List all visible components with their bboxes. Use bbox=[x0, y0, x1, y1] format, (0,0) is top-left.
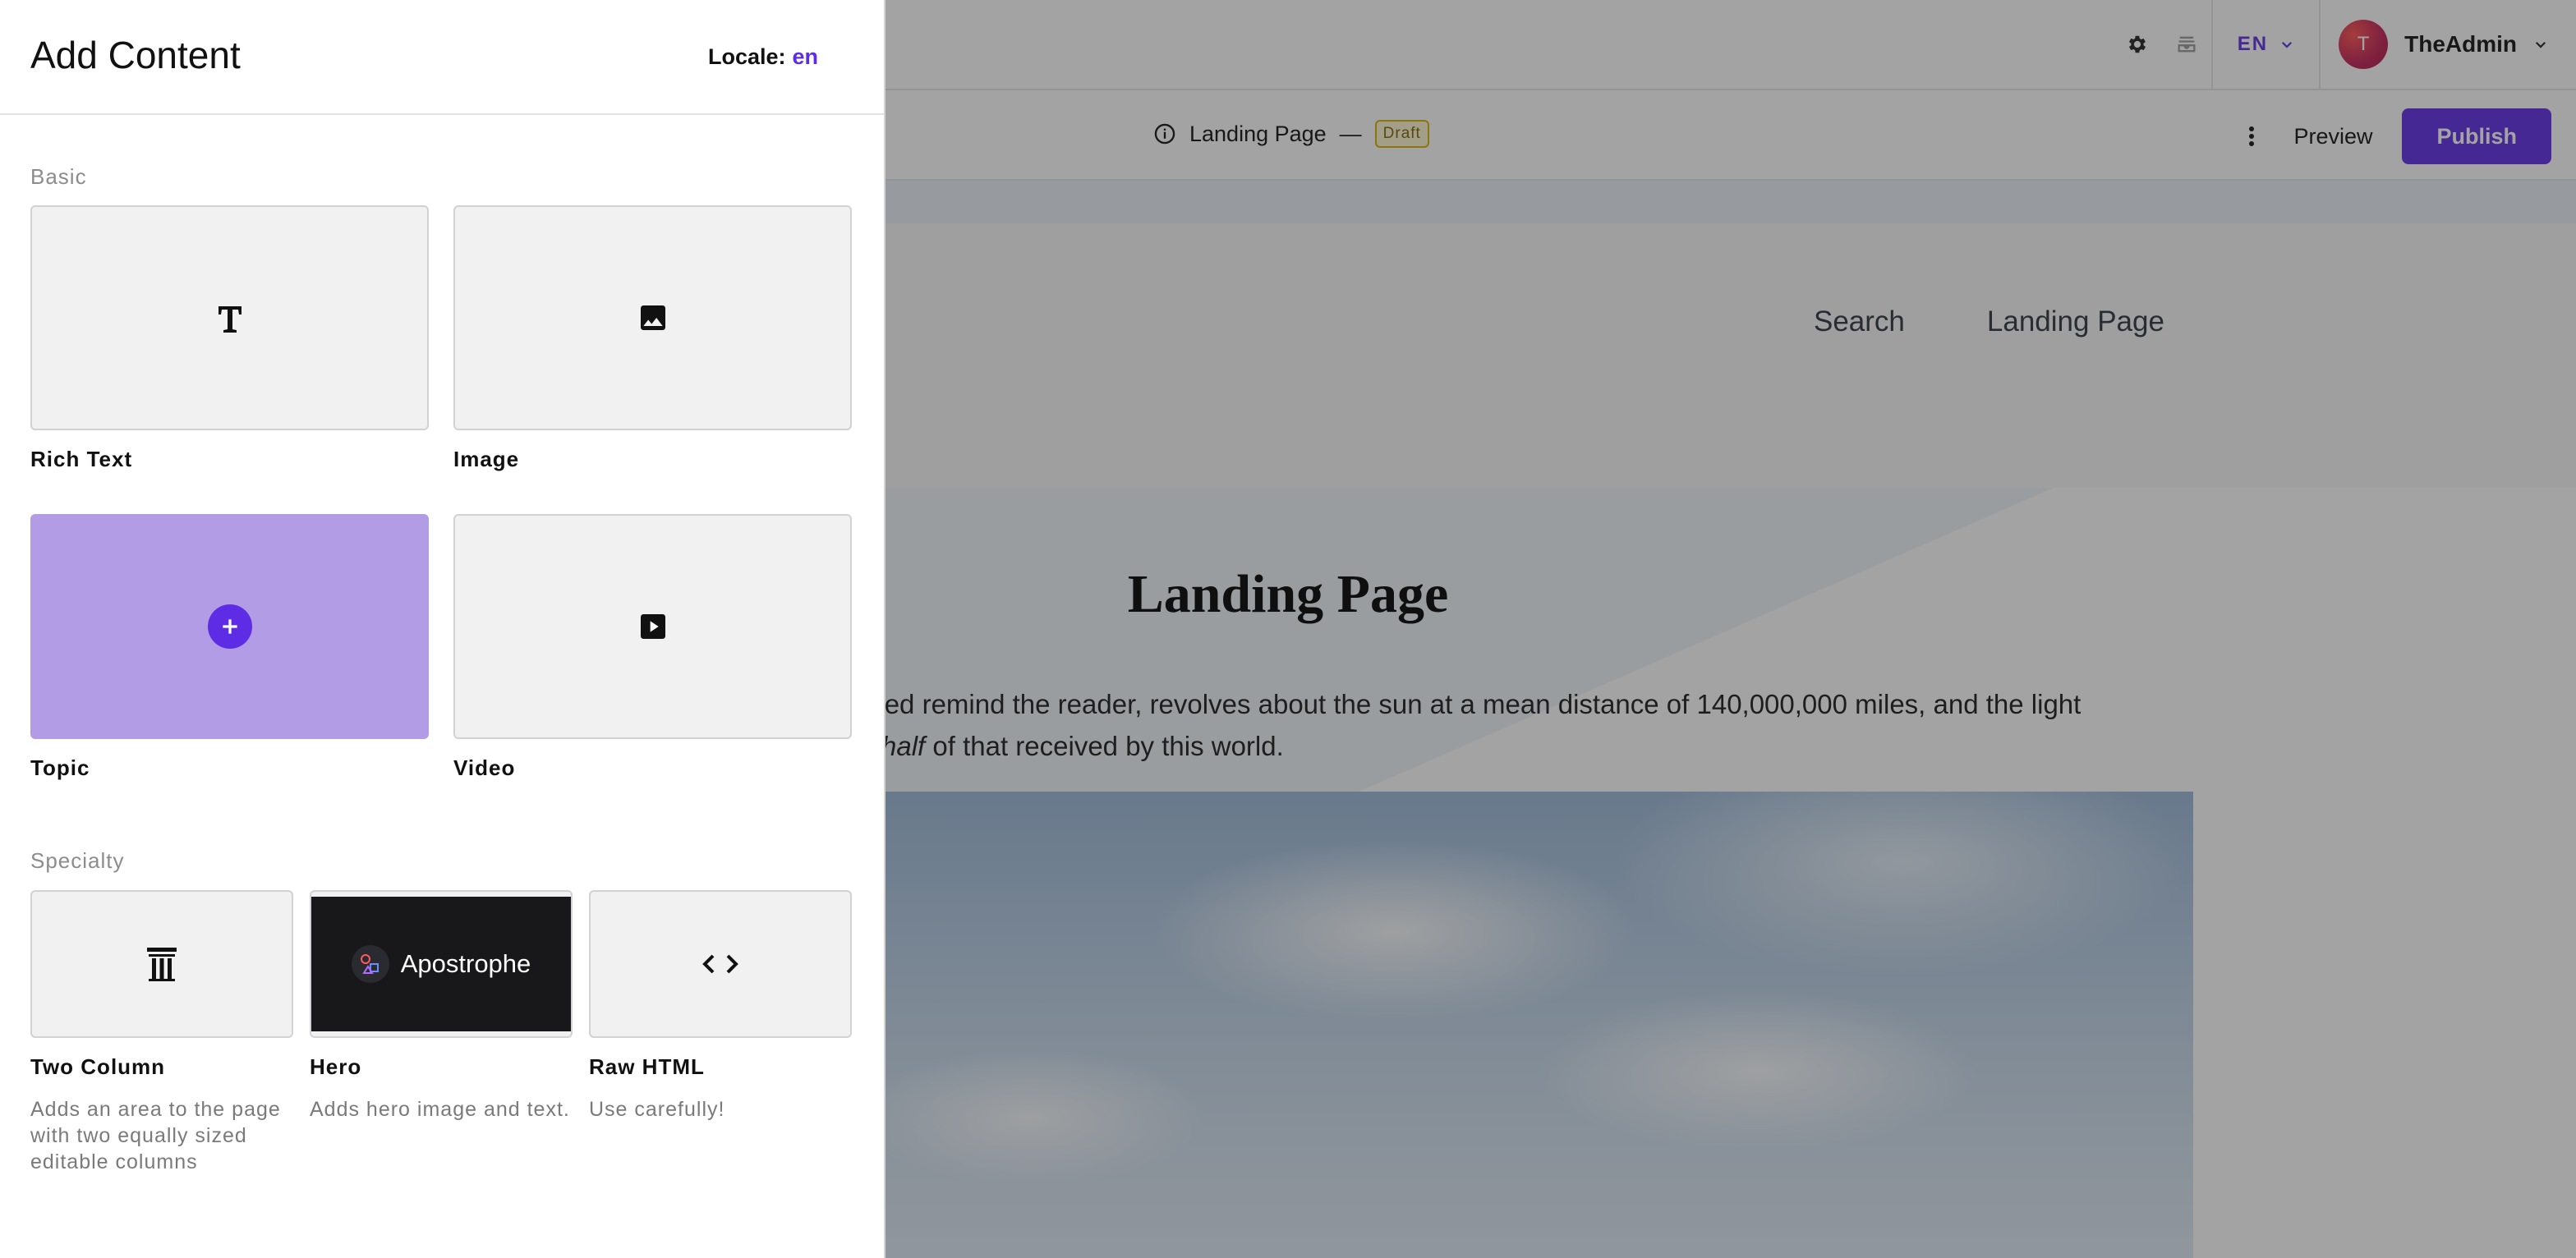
panel-title: Add Content bbox=[30, 34, 241, 76]
plus-icon bbox=[222, 619, 237, 634]
tile-description: Adds hero image and text. bbox=[310, 1098, 570, 1121]
tile-label: Topic bbox=[30, 755, 90, 780]
tile-label: Two Column bbox=[30, 1054, 166, 1079]
tile-preview[interactable] bbox=[453, 514, 852, 739]
tile-description: Adds an area to the page with two equall… bbox=[30, 1098, 281, 1173]
tile-preview[interactable] bbox=[30, 514, 429, 739]
code-icon bbox=[702, 954, 738, 974]
tile-preview[interactable]: Apostrophe bbox=[310, 890, 573, 1038]
tile-label: Raw HTML bbox=[589, 1054, 705, 1079]
widget-topic[interactable]: Topic bbox=[30, 514, 429, 781]
plus-circle-icon[interactable] bbox=[207, 604, 252, 649]
apostrophe-text: Apostrophe bbox=[400, 949, 531, 978]
panel-header: Add Content Locale: en bbox=[0, 0, 884, 115]
widget-video[interactable]: Video bbox=[453, 514, 852, 781]
tile-label: Hero bbox=[310, 1054, 362, 1079]
apostrophe-logo-icon bbox=[360, 954, 379, 974]
columns-icon bbox=[147, 948, 177, 981]
image-icon bbox=[640, 305, 665, 330]
widget-raw-html[interactable]: Raw HTML Use carefully! bbox=[589, 890, 852, 1123]
widget-image[interactable]: Image bbox=[453, 205, 852, 472]
tile-preview[interactable] bbox=[453, 205, 852, 430]
hero-preview-image: Apostrophe bbox=[311, 897, 571, 1031]
tile-preview[interactable] bbox=[30, 205, 429, 430]
tile-preview[interactable] bbox=[589, 890, 852, 1038]
apostrophe-badge: Apostrophe bbox=[351, 945, 531, 983]
widget-rich-text[interactable]: Rich Text bbox=[30, 205, 429, 472]
tile-description: Use carefully! bbox=[589, 1098, 725, 1121]
video-icon bbox=[640, 614, 665, 639]
tile-preview[interactable] bbox=[30, 890, 293, 1038]
apostrophe-logo bbox=[351, 945, 389, 983]
locale-value: en bbox=[792, 44, 818, 69]
widget-hero[interactable]: Apostrophe Hero Adds hero image and text… bbox=[310, 890, 573, 1123]
locale-label: Locale: bbox=[707, 44, 786, 69]
group-label-basic: Basic bbox=[30, 164, 87, 189]
tile-label: Video bbox=[453, 755, 516, 780]
rich-text-icon bbox=[218, 306, 242, 333]
widget-two-column[interactable]: Two Column Adds an area to the page with… bbox=[30, 890, 293, 1175]
locale-indicator: Locale: en bbox=[708, 44, 818, 70]
add-content-panel: Add Content Locale: en Basic Rich Text Im… bbox=[0, 0, 886, 1258]
group-label-specialty: Specialty bbox=[30, 848, 125, 873]
tile-label: Image bbox=[453, 447, 520, 471]
tile-label: Rich Text bbox=[30, 447, 133, 471]
